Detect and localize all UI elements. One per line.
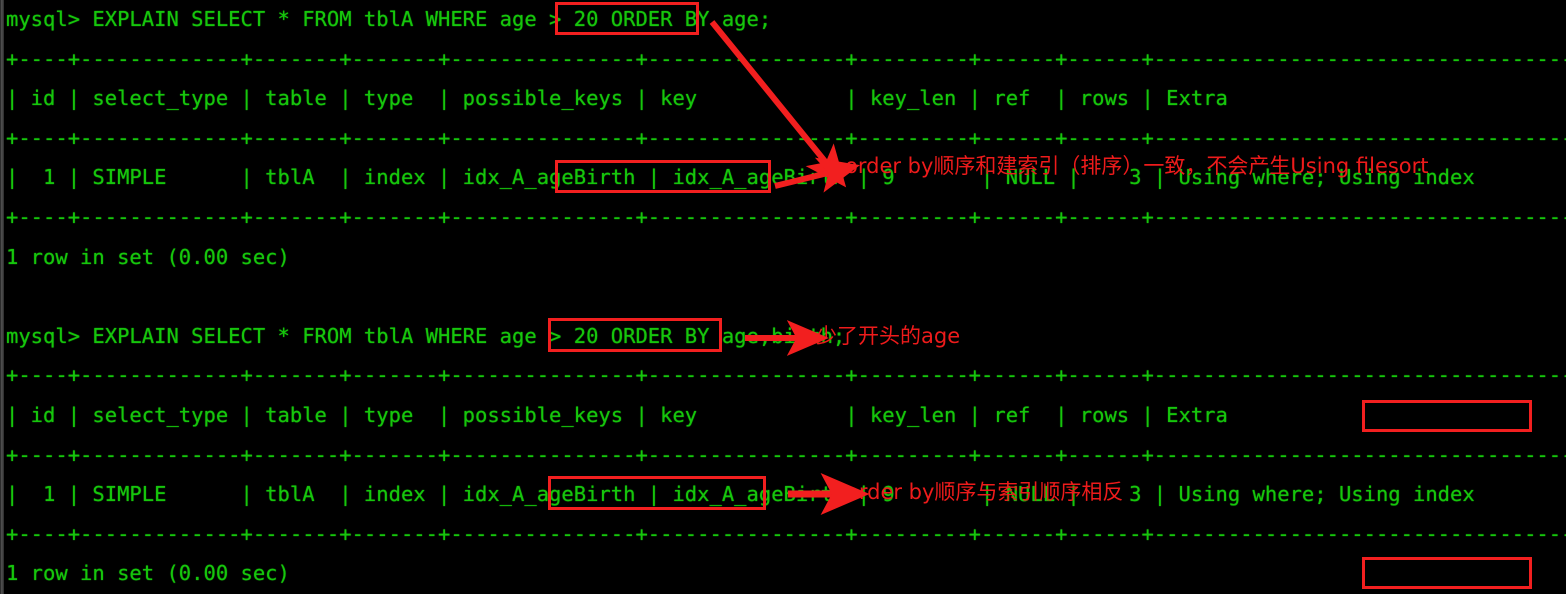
terminal-line: +----+-------------+-------+-------+----… <box>6 204 1566 229</box>
terminal-line: | 1 | SIMPLE | tblA | index | idx_A_ageB… <box>6 482 1566 507</box>
terminal-left-edge <box>0 0 4 594</box>
terminal-line: +----+-------------+-------+-------+----… <box>6 46 1566 71</box>
terminal-line: +----+-------------+-------+-------+----… <box>6 442 1566 467</box>
terminal-line: mysql> EXPLAIN SELECT * FROM tblA WHERE … <box>6 323 846 348</box>
terminal-line: mysql> EXPLAIN SELECT * FROM tblA WHERE … <box>6 7 772 31</box>
terminal-line: +----+-------------+-------+-------+----… <box>6 521 1566 546</box>
terminal-line: | id | select_type | table | type | poss… <box>6 402 1566 427</box>
terminal-line: +----+-------------+-------+-------+----… <box>6 363 1566 388</box>
terminal-window: mysql> EXPLAIN SELECT * FROM tblA WHERE … <box>0 0 1566 594</box>
terminal-output: mysql> EXPLAIN SELECT * FROM tblA WHERE … <box>6 0 1566 594</box>
terminal-line: +----+-------------+-------+-------+----… <box>6 125 1566 150</box>
terminal-line: | id | select_type | table | type | poss… <box>6 86 1566 111</box>
annotation-missing-leading-age: 少了开头的age <box>816 324 961 348</box>
annotation-order-by-matches-index: order by顺序和建索引（排序）一致，不会产生Using filesort <box>845 154 1429 178</box>
terminal-line: 1 row in set (0.00 sec) <box>6 244 290 269</box>
annotation-order-reversed: order by顺序与索引顺序相反 <box>846 480 1124 504</box>
terminal-line: 1 row in set (0.00 sec) <box>6 561 290 586</box>
